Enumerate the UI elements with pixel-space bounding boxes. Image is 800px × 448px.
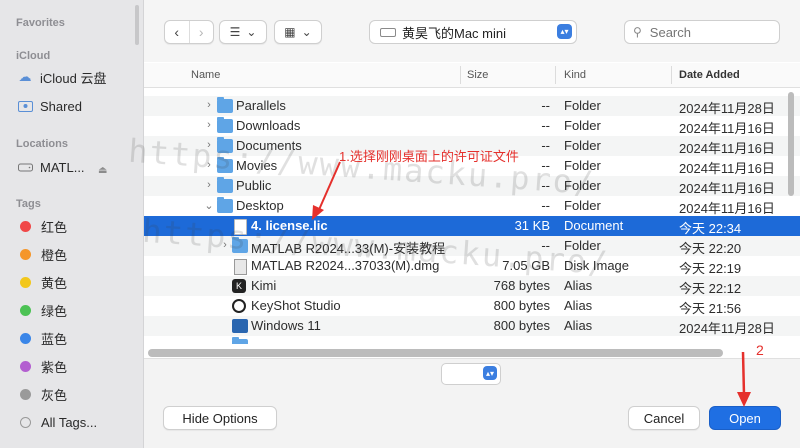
annotation-arrows [312,161,751,407]
annotation-step2: 2 [756,342,764,358]
arrow-to-license-icon [317,161,341,213]
arrowhead-icon [737,392,751,407]
arrow-to-open-icon [741,351,746,396]
arrowhead-icon [312,205,324,220]
